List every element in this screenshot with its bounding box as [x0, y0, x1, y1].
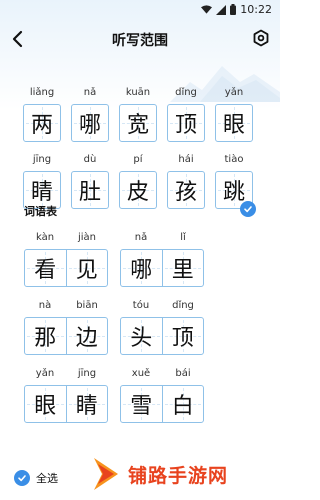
char-box: 眼 [215, 104, 253, 142]
char-item[interactable]: pí 皮 [119, 152, 157, 209]
pinyin-label: nǎ [134, 232, 148, 243]
pinyin-label: dǐng [175, 87, 197, 98]
watermark: 铺路手游网 [88, 454, 228, 494]
page-title: 听写范围 [112, 33, 168, 49]
pinyin-label: jīng [32, 154, 52, 165]
char-item[interactable]: kuān 宽 [119, 85, 157, 142]
pinyin-label: jīng [77, 368, 97, 379]
pinyin-label: yǎn [35, 368, 55, 379]
word-item[interactable]: nǎ lǐ 哪里 [120, 230, 204, 287]
char-item[interactable]: hái 孩 [167, 152, 205, 209]
char-text: 顶 [174, 113, 197, 138]
word-box: 眼睛 [24, 385, 108, 423]
pinyin-label: nǎ [83, 87, 97, 98]
signal-icon [216, 4, 227, 15]
pinyin-label: dù [83, 154, 97, 165]
char-text: 看 [34, 258, 57, 283]
pinyin-label: xuě [131, 368, 151, 379]
pinyin-label: bái [175, 368, 191, 379]
char-item[interactable]: liǎng 两 [23, 85, 61, 142]
pinyin-label: tiào [224, 154, 244, 165]
char-text: 雪 [130, 394, 153, 419]
word-box: 那边 [24, 317, 108, 355]
word-box: 哪里 [120, 249, 204, 287]
wifi-icon [201, 4, 213, 14]
pinyin-label: yǎn [224, 87, 244, 98]
char-text: 哪 [130, 258, 153, 283]
char-box: 两 [23, 104, 61, 142]
char-box: 孩 [167, 171, 205, 209]
pinyin-label: lǐ [180, 232, 186, 243]
char-text: 孩 [174, 180, 197, 205]
word-item[interactable]: nà biān 那边 [24, 298, 108, 355]
char-text: 头 [130, 326, 153, 351]
char-text: 两 [30, 113, 53, 138]
char-text: 那 [34, 326, 57, 351]
pinyin-label: nà [38, 300, 52, 311]
char-text: 肚 [78, 180, 101, 205]
pinyin-label: kuān [125, 87, 151, 98]
status-time: 10:22 [240, 3, 272, 16]
select-all-label: 全选 [36, 472, 58, 485]
battery-icon [230, 4, 237, 15]
char-box: 肚 [71, 171, 109, 209]
char-text: 睛 [75, 394, 98, 419]
char-text: 见 [75, 258, 98, 283]
char-text: 眼 [222, 113, 245, 138]
word-item[interactable]: yǎn jīng 眼睛 [24, 366, 108, 423]
word-grid: kàn jiàn 看见 nǎ lǐ 哪里 nà biān 那边 tóu dǐng 头顶 … [24, 230, 204, 423]
word-box: 雪白 [120, 385, 204, 423]
nav-bar: 听写范围 [0, 24, 280, 54]
char-box: 哪 [71, 104, 109, 142]
select-all-toggle[interactable]: 全选 [14, 470, 58, 486]
pinyin-label: kàn [35, 232, 55, 243]
char-text: 顶 [171, 326, 194, 351]
char-text: 边 [75, 326, 98, 351]
pinyin-label: dǐng [172, 300, 194, 311]
word-box: 头顶 [120, 317, 204, 355]
character-grid: liǎng 两 nǎ 哪 kuān 宽 dǐng 顶 yǎn 眼 jīng 睛 dù 肚 pí… [23, 85, 253, 209]
char-box: 皮 [119, 171, 157, 209]
char-box: 宽 [119, 104, 157, 142]
char-item[interactable]: dù 肚 [71, 152, 109, 209]
pinyin-label: hái [178, 154, 194, 165]
char-text: 宽 [126, 113, 149, 138]
char-item[interactable]: jīng 睛 [23, 152, 61, 209]
select-all-checkbox[interactable] [14, 470, 30, 486]
watermark-text: 铺路手游网 [128, 464, 229, 487]
status-bar: 10:22 [0, 0, 280, 22]
watermark-logo-icon [94, 458, 118, 490]
word-item[interactable]: tóu dǐng 头顶 [120, 298, 204, 355]
char-text: 皮 [126, 180, 149, 205]
pinyin-label: jiàn [77, 232, 97, 243]
settings-icon[interactable] [252, 29, 270, 47]
word-box: 看见 [24, 249, 108, 287]
word-item[interactable]: xuě bái 雪白 [120, 366, 204, 423]
char-item[interactable]: yǎn 眼 [215, 85, 253, 142]
pinyin-label: pí [133, 154, 143, 165]
check-icon [18, 475, 26, 482]
pinyin-label: liǎng [29, 87, 55, 98]
pinyin-label: biān [76, 300, 98, 311]
char-text: 哪 [78, 113, 101, 138]
char-text: 里 [171, 258, 194, 283]
char-text: 白 [171, 394, 194, 419]
char-box: 顶 [167, 104, 205, 142]
char-item[interactable]: dǐng 顶 [167, 85, 205, 142]
char-text: 眼 [34, 394, 57, 419]
char-text: 跳 [222, 180, 245, 205]
char-item[interactable]: nǎ 哪 [71, 85, 109, 142]
char-text: 睛 [30, 180, 53, 205]
word-item[interactable]: kàn jiàn 看见 [24, 230, 108, 287]
pinyin-label: tóu [132, 300, 150, 311]
